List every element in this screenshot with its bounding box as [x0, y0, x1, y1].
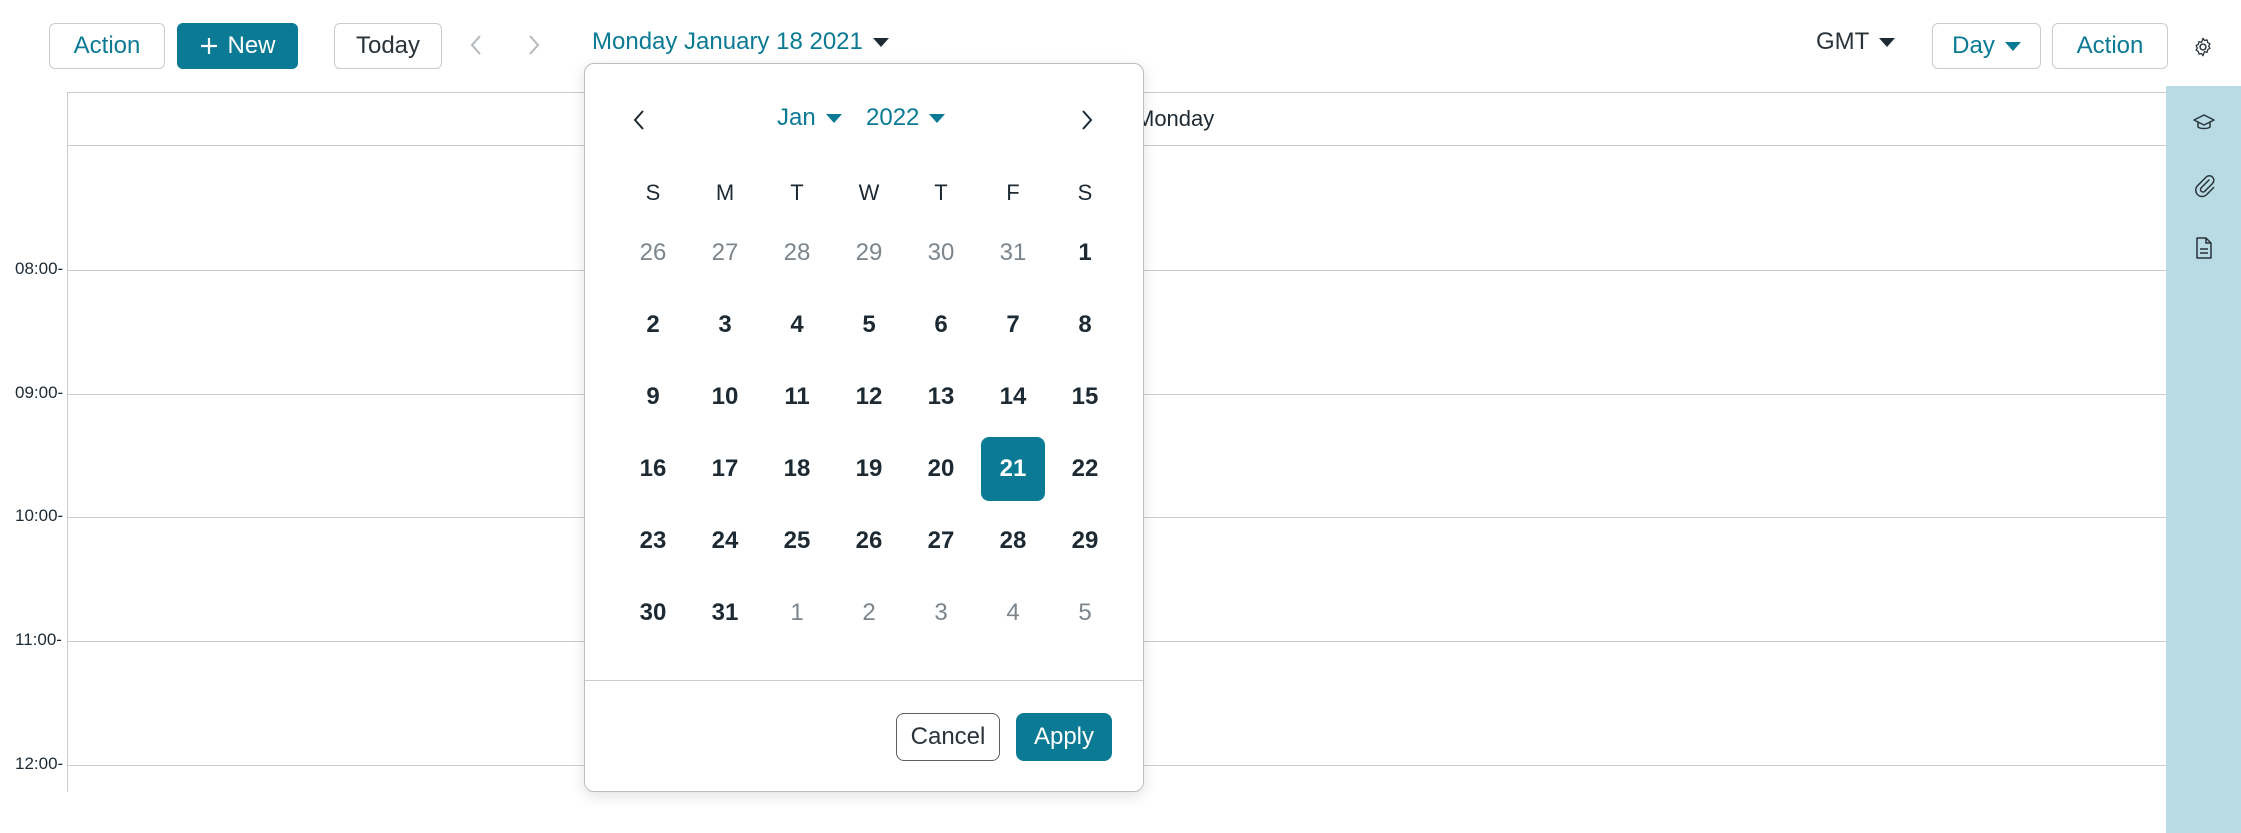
chevron-right-icon: [527, 34, 541, 61]
action-button-left[interactable]: Action: [49, 23, 165, 69]
picker-next-month-button[interactable]: [1069, 102, 1105, 142]
cancel-button[interactable]: Cancel: [896, 713, 1000, 761]
day-cell[interactable]: 20: [909, 437, 973, 501]
day-cell[interactable]: 16: [621, 437, 685, 501]
weekday-label: S: [1077, 180, 1093, 205]
day-cell[interactable]: 9: [621, 365, 685, 429]
caret-down-icon: [872, 37, 889, 47]
day-cell[interactable]: 14: [981, 365, 1045, 429]
picker-footer-divider: [585, 680, 1143, 681]
day-cell[interactable]: 27: [693, 221, 757, 285]
day-cell[interactable]: 3: [693, 293, 757, 357]
date-title-dropdown[interactable]: Monday January 18 2021: [592, 28, 889, 56]
timezone-dropdown[interactable]: GMT: [1816, 28, 1896, 56]
day-cell[interactable]: 30: [621, 581, 685, 645]
today-button[interactable]: Today: [334, 23, 442, 69]
chevron-left-icon: [469, 34, 483, 61]
new-button-label: New: [227, 32, 276, 59]
date-picker-popup: Jan 2022 SMTWTFS 26 27 28 29 30 31 1 2 3 4 5 6 7 8 9 10…: [584, 63, 1144, 792]
day-cell[interactable]: 4: [981, 581, 1045, 645]
chevron-left-icon: [632, 109, 646, 136]
day-cell[interactable]: 5: [837, 293, 901, 357]
weekday-label: T: [790, 180, 804, 205]
day-cell[interactable]: 2: [621, 293, 685, 357]
day-cell[interactable]: 1: [765, 581, 829, 645]
day-cell[interactable]: 15: [1053, 365, 1117, 429]
day-cell[interactable]: 10: [693, 365, 757, 429]
graduation-cap-icon[interactable]: [2189, 108, 2219, 138]
apply-button[interactable]: Apply: [1016, 713, 1112, 761]
date-title-label: Monday January 18 2021: [592, 28, 863, 55]
year-select[interactable]: 2022: [866, 104, 946, 132]
day-cell[interactable]: 8: [1053, 293, 1117, 357]
paperclip-icon[interactable]: [2189, 171, 2219, 201]
day-cell[interactable]: 26: [837, 509, 901, 573]
selected-day-cell[interactable]: 21: [981, 437, 1045, 501]
picker-previous-month-button[interactable]: [621, 102, 657, 142]
day-cell[interactable]: 31: [981, 221, 1045, 285]
caret-down-icon: [1879, 37, 1896, 47]
view-label: Day: [1952, 32, 1995, 59]
month-select[interactable]: Jan: [777, 104, 842, 132]
next-button[interactable]: [519, 30, 549, 64]
day-cell[interactable]: 13: [909, 365, 973, 429]
month-select-label: Jan: [777, 104, 816, 131]
caret-down-icon: [825, 113, 842, 123]
view-dropdown[interactable]: Day: [1932, 23, 2041, 69]
hour-label: 10:00-: [15, 506, 64, 525]
timezone-label: GMT: [1816, 28, 1870, 55]
weekday-label: F: [1006, 180, 1020, 205]
day-cell[interactable]: 25: [765, 509, 829, 573]
day-cell[interactable]: 5: [1053, 581, 1117, 645]
day-cell[interactable]: 30: [909, 221, 973, 285]
hour-label: 08:00-: [15, 259, 64, 278]
day-cell[interactable]: 23: [621, 509, 685, 573]
day-cell[interactable]: 22: [1053, 437, 1117, 501]
day-cell[interactable]: 2: [837, 581, 901, 645]
day-cell[interactable]: 17: [693, 437, 757, 501]
gear-icon[interactable]: [2186, 30, 2220, 64]
day-cell[interactable]: 4: [765, 293, 829, 357]
document-icon[interactable]: [2189, 233, 2219, 263]
day-cell[interactable]: 29: [1053, 509, 1117, 573]
day-cell[interactable]: 3: [909, 581, 973, 645]
weekday-label: T: [934, 180, 948, 205]
new-button[interactable]: New: [177, 23, 298, 69]
day-cell[interactable]: 6: [909, 293, 973, 357]
previous-button[interactable]: [461, 30, 491, 64]
day-cell[interactable]: 12: [837, 365, 901, 429]
hour-label: 09:00-: [15, 383, 64, 402]
chevron-right-icon: [1080, 109, 1094, 136]
weekday-label: W: [858, 180, 880, 205]
day-column-header: Monday: [1136, 106, 1215, 131]
day-cell[interactable]: 1: [1053, 221, 1117, 285]
day-cell[interactable]: 18: [765, 437, 829, 501]
hour-label: 12:00-: [15, 754, 64, 773]
weekday-label: S: [645, 180, 661, 205]
caret-down-icon: [2004, 41, 2021, 51]
day-cell[interactable]: 19: [837, 437, 901, 501]
day-cell[interactable]: 24: [693, 509, 757, 573]
hour-label: 11:00-: [15, 630, 62, 649]
action-button-right[interactable]: Action: [2052, 23, 2168, 69]
day-cell[interactable]: 28: [981, 509, 1045, 573]
day-cell[interactable]: 26: [621, 221, 685, 285]
day-cell[interactable]: 7: [981, 293, 1045, 357]
day-cell[interactable]: 31: [693, 581, 757, 645]
day-cell[interactable]: 27: [909, 509, 973, 573]
day-cell[interactable]: 11: [765, 365, 829, 429]
day-cell[interactable]: 29: [837, 221, 901, 285]
day-cell[interactable]: 28: [765, 221, 829, 285]
weekday-label: M: [715, 180, 735, 205]
year-select-label: 2022: [866, 104, 920, 131]
caret-down-icon: [929, 113, 946, 123]
plus-icon: [199, 36, 219, 56]
